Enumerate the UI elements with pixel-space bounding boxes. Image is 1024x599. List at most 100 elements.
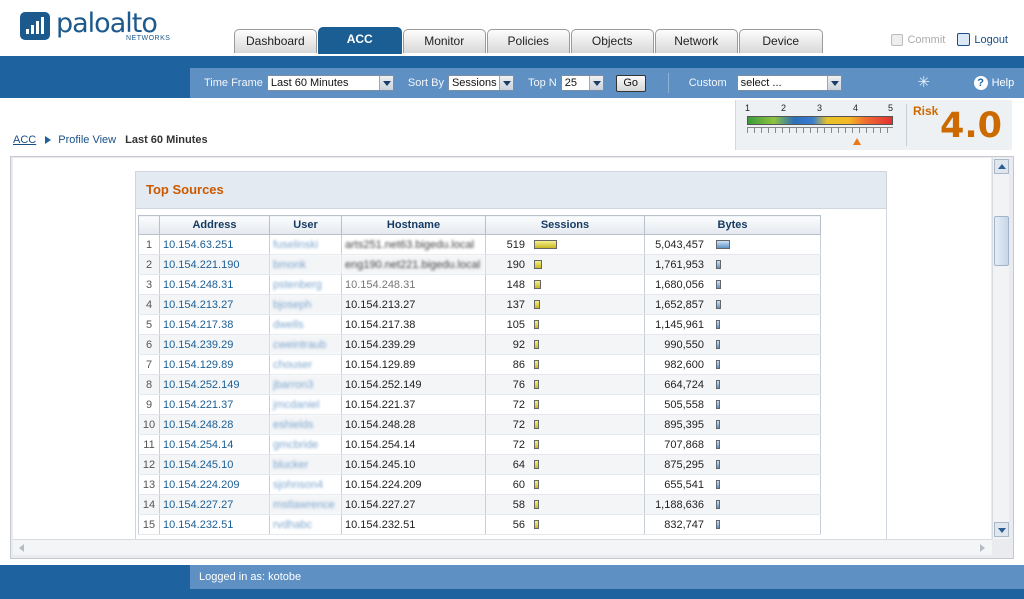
toolbar-divider	[667, 73, 669, 93]
column-header-sessions[interactable]: Sessions	[485, 215, 645, 235]
risk-scale-5: 5	[888, 103, 894, 113]
source-hostname: 10.154.252.149	[341, 374, 486, 395]
source-address-link[interactable]: 10.154.248.28	[159, 414, 270, 435]
source-user-link[interactable]: eshields	[269, 414, 342, 435]
logout-label: Logout	[974, 33, 1008, 46]
column-header-bytes[interactable]: Bytes	[644, 215, 821, 235]
chevron-down-icon[interactable]	[588, 76, 603, 90]
source-user-link[interactable]: sjohnson4	[269, 474, 342, 495]
time-frame-select[interactable]: Last 60 Minutes	[266, 75, 394, 91]
source-hostname: 10.154.227.27	[341, 494, 486, 515]
scroll-down-icon[interactable]	[994, 522, 1009, 537]
source-user-link[interactable]: fuselinski	[269, 234, 342, 255]
source-hostname: 10.154.245.10	[341, 454, 486, 475]
help-label: Help	[991, 77, 1015, 89]
table-row[interactable]: 5 10.154.217.38 dwells 10.154.217.38 105 1,14…	[138, 314, 821, 335]
source-user-link[interactable]: jbarron3	[269, 374, 342, 395]
tab-acc[interactable]: ACC	[317, 27, 402, 54]
source-address-link[interactable]: 10.154.252.149	[159, 374, 270, 395]
widget-header: Top Sources	[136, 172, 886, 209]
source-user-link[interactable]: mstlawrence	[269, 494, 342, 515]
bytes-value: 664,724	[664, 378, 704, 391]
table-row[interactable]: 6 10.154.239.29 cweintraub 10.154.239.29 92 9…	[138, 334, 821, 355]
source-address-link[interactable]: 10.154.129.89	[159, 354, 270, 375]
table-row[interactable]: 9 10.154.221.37 jmcdaniel 10.154.221.37 72 50…	[138, 394, 821, 415]
table-row[interactable]: 14 10.154.227.27 mstlawrence 10.154.227.27 5…	[138, 494, 821, 515]
logout-button[interactable]: Logout	[957, 33, 1008, 46]
scroll-up-icon[interactable]	[994, 159, 1009, 174]
breadcrumb-profile-view[interactable]: Profile View	[58, 134, 116, 146]
sort-by-select[interactable]: Sessions	[447, 75, 514, 91]
chevron-down-icon[interactable]	[378, 76, 393, 90]
table-row[interactable]: 2 10.154.221.190 bmonk eng190.net221.bigedu…	[138, 254, 821, 275]
breadcrumb-arrow-icon	[45, 136, 52, 144]
table-row[interactable]: 1 10.154.63.251 fuselinski arts251.net63.bi…	[138, 234, 821, 255]
source-address-link[interactable]: 10.154.254.14	[159, 434, 270, 455]
source-hostname: eng190.net221.bigedu.local	[341, 254, 486, 275]
top-n-select[interactable]: 25	[560, 75, 604, 91]
source-address-link[interactable]: 10.154.221.190	[159, 254, 270, 275]
source-address-link[interactable]: 10.154.227.27	[159, 494, 270, 515]
source-user-link[interactable]: chouser	[269, 354, 342, 375]
row-rank: 6	[138, 334, 160, 355]
source-address-link[interactable]: 10.154.63.251	[159, 234, 270, 255]
source-user-link[interactable]: dwells	[269, 314, 342, 335]
source-user-link[interactable]: cweintraub	[269, 334, 342, 355]
custom-value: select ...	[740, 77, 782, 89]
table-row[interactable]: 3 10.154.248.31 pstenberg 10.154.248.31 148 1…	[138, 274, 821, 295]
table-row[interactable]: 13 10.154.224.209 sjohnson4 10.154.224.209 6…	[138, 474, 821, 495]
row-rank: 9	[138, 394, 160, 415]
table-row[interactable]: 15 10.154.232.51 rvdhabc 10.154.232.51 56 832…	[138, 514, 821, 535]
source-address-link[interactable]: 10.154.245.10	[159, 454, 270, 475]
row-rank: 5	[138, 314, 160, 335]
scroll-right-icon[interactable]	[975, 541, 990, 554]
column-header-user[interactable]: User	[269, 215, 342, 235]
scroll-left-icon[interactable]	[15, 541, 30, 554]
help-button[interactable]: ? Help	[973, 76, 1015, 90]
horizontal-scrollbar[interactable]	[13, 539, 992, 555]
source-user-link[interactable]: bmonk	[269, 254, 342, 275]
column-header-address[interactable]: Address	[159, 215, 270, 235]
commit-button[interactable]: Commit	[891, 33, 945, 46]
tab-device[interactable]: Device	[738, 29, 823, 53]
source-address-link[interactable]: 10.154.239.29	[159, 334, 270, 355]
vertical-scroll-thumb[interactable]	[994, 216, 1009, 266]
breadcrumb-acc-link[interactable]: ACC	[13, 134, 36, 146]
table-row[interactable]: 10 10.154.248.28 eshields 10.154.248.28 72 89…	[138, 414, 821, 435]
commit-label: Commit	[907, 33, 946, 46]
tab-policies[interactable]: Policies	[486, 29, 570, 53]
sessions-bar	[534, 520, 539, 530]
source-address-link[interactable]: 10.154.217.38	[159, 314, 270, 335]
chevron-down-icon[interactable]	[498, 76, 513, 90]
column-header-hostname[interactable]: Hostname	[341, 215, 486, 235]
tab-objects[interactable]: Objects	[570, 29, 654, 53]
chevron-down-icon[interactable]	[826, 76, 841, 90]
tab-dashboard[interactable]: Dashboard	[234, 29, 317, 53]
source-address-link[interactable]: 10.154.224.209	[159, 474, 270, 495]
main-content: Top Sources Address User Hostname Sessio…	[13, 158, 991, 539]
sessions-cell: 137	[485, 294, 645, 315]
sessions-value: 56	[512, 518, 525, 531]
source-user-link[interactable]: rvdhabc	[269, 514, 342, 535]
table-row[interactable]: 12 10.154.245.10 blucker 10.154.245.10 64 875…	[138, 454, 821, 475]
source-address-link[interactable]: 10.154.248.31	[159, 274, 270, 295]
source-user-link[interactable]: jmcdaniel	[269, 394, 342, 415]
custom-select[interactable]: select ...	[736, 75, 842, 91]
table-row[interactable]: 8 10.154.252.149 jbarron3 10.154.252.149 76 6…	[138, 374, 821, 395]
sessions-bar	[534, 280, 541, 290]
source-address-link[interactable]: 10.154.232.51	[159, 514, 270, 535]
source-address-link[interactable]: 10.154.221.37	[159, 394, 270, 415]
source-user-link[interactable]: bjoseph	[269, 294, 342, 315]
table-row[interactable]: 11 10.154.254.14 gmcbride 10.154.254.14 72 70…	[138, 434, 821, 455]
tab-network[interactable]: Network	[654, 29, 738, 53]
go-button[interactable]: Go	[615, 74, 646, 92]
table-row[interactable]: 7 10.154.129.89 chouser 10.154.129.89 86 982,…	[138, 354, 821, 375]
source-user-link[interactable]: gmcbride	[269, 434, 342, 455]
tab-monitor[interactable]: Monitor	[402, 29, 486, 53]
row-rank: 2	[138, 254, 160, 275]
vertical-scrollbar[interactable]	[992, 158, 1009, 539]
source-address-link[interactable]: 10.154.213.27	[159, 294, 270, 315]
source-user-link[interactable]: blucker	[269, 454, 342, 475]
table-row[interactable]: 4 10.154.213.27 bjoseph 10.154.213.27 137 1,6…	[138, 294, 821, 315]
source-user-link[interactable]: pstenberg	[269, 274, 342, 295]
